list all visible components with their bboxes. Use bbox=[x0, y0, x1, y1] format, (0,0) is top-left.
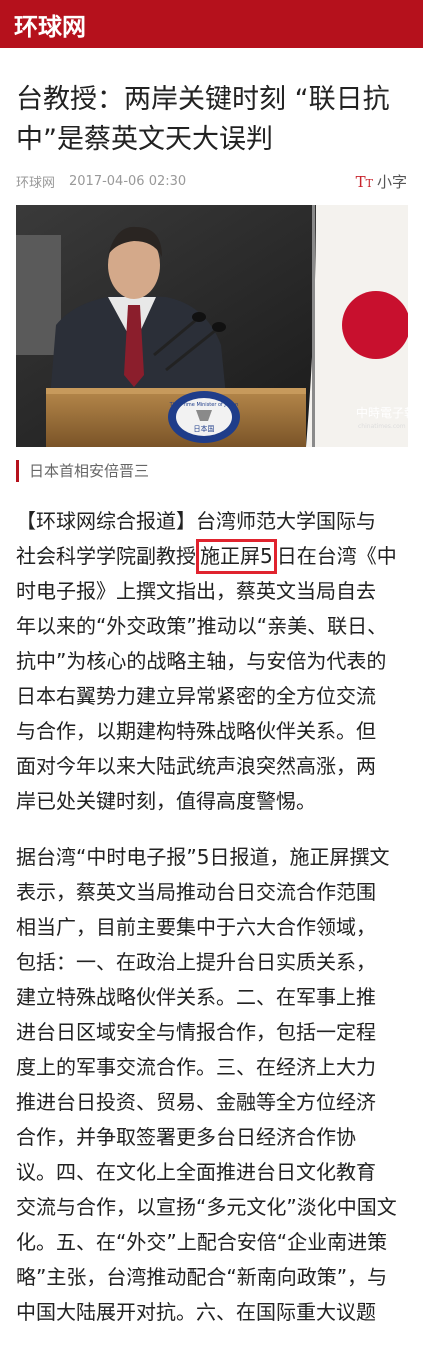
paragraph-2: 据台湾“中时电子报”5日报道，施正屏撰文 表示，蔡英文当局推动台日交流合作范围 … bbox=[16, 840, 408, 1330]
article-source: 环球网 bbox=[16, 176, 56, 191]
p1-line-2-pre: 社会科学学院副教授 bbox=[16, 544, 196, 568]
p1-line: 日本右翼势力建立异常紧密的全方位交流 bbox=[16, 684, 376, 708]
p1-line: 社会科学学院副教授 施正屏5 日在台湾《中 bbox=[16, 539, 408, 574]
p1-line: 年以来的“外交政策”推动以“亲美、联日、 bbox=[16, 614, 388, 638]
p2-line: 度上的军事交流合作。三、在经济上大力 bbox=[16, 1055, 376, 1079]
p2-line: 合作，并争取签署更多台日经济合作协 bbox=[16, 1125, 356, 1149]
p2-line: 包括：一、在政治上提升台日实质关系， bbox=[16, 950, 376, 974]
font-size-icon[interactable]: TT bbox=[356, 173, 373, 191]
p2-line: 议。四、在文化上全面推进台日文化教育 bbox=[16, 1160, 376, 1184]
p1-line: 【环球网综合报道】台湾师范大学国际与 bbox=[16, 509, 376, 533]
p1-line: 与合作，以期建构特殊战略伙伴关系。但 bbox=[16, 719, 376, 743]
p1-line: 抗中”为核心的战略主轴，与安倍为代表的 bbox=[16, 649, 387, 673]
highlighted-name-box: 施正屏5 bbox=[196, 539, 277, 574]
p2-line: 进台日区域安全与情报合作，包括一定程 bbox=[16, 1020, 376, 1044]
p1-line-2-post: 日在台湾《中 bbox=[276, 544, 397, 568]
p2-line: 据台湾“中时电子报”5日报道，施正屏撰文 bbox=[16, 845, 390, 869]
p2-line: 相当广，目前主要集中于六大合作领域， bbox=[16, 915, 376, 939]
article-title-line-1: 台教授：两岸关键时刻 “联日抗 bbox=[16, 84, 390, 115]
p2-line: 建立特殊战略伙伴关系。二、在军事上推 bbox=[16, 985, 376, 1009]
seal-top-text: The Prime Minister of Japan bbox=[169, 402, 239, 408]
article-title: 台教授：两岸关键时刻 “联日抗 中”是蔡英文天大误判 bbox=[0, 80, 423, 160]
paragraph-1: 【环球网综合报道】台湾师范大学国际与 社会科学学院副教授 施正屏5 日在台湾《中 时… bbox=[16, 504, 408, 819]
photo-watermark: 中時電子報 bbox=[356, 405, 408, 420]
article-body: 【环球网综合报道】台湾师范大学国际与 社会科学学院副教授 施正屏5 日在台湾《中 时… bbox=[16, 504, 408, 1351]
font-size-toggle[interactable]: TT 小字 bbox=[356, 171, 407, 192]
seal-bottom-text: 日本国 bbox=[194, 424, 215, 433]
article-meta: 环球网 2017-04-06 02:30 TT 小字 bbox=[16, 171, 407, 192]
article-title-line-2: 中”是蔡英文天大误判 bbox=[16, 124, 273, 155]
photo-watermark-sub: chinatimes.com bbox=[358, 423, 406, 430]
p2-line: 化。五、在“外交”上配合安倍“企业南进策 bbox=[16, 1230, 388, 1254]
p2-line: 略”主张，台湾推动配合“新南向政策”，与 bbox=[16, 1265, 388, 1289]
p1-line: 岸已处关键时刻，值得高度警惕。 bbox=[16, 789, 316, 813]
p2-line: 推进台日投资、贸易、金融等全方位经济 bbox=[16, 1090, 376, 1114]
article-photo: The Prime Minister of Japan 日本国 中時電子報 ch… bbox=[16, 205, 408, 447]
p1-line: 时电子报》上撰文指出，蔡英文当局自去 bbox=[16, 579, 376, 603]
font-size-label[interactable]: 小字 bbox=[377, 171, 407, 192]
p2-line: 表示，蔡英文当局推动台日交流合作范围 bbox=[16, 880, 376, 904]
p2-line: 中国大陆展开对抗。六、在国际重大议题 bbox=[16, 1300, 376, 1324]
p1-line: 面对今年以来大陆武统声浪突然高涨，两 bbox=[16, 754, 376, 778]
article-date: 2017-04-06 02:30 bbox=[69, 174, 187, 189]
p2-line: 交流与合作，以宣扬“多元文化”淡化中国文 bbox=[16, 1195, 397, 1219]
site-logo[interactable]: 环球网 bbox=[14, 7, 86, 42]
top-header-bar: 环球网 bbox=[0, 0, 423, 48]
photo-caption: 日本首相安倍晋三 bbox=[16, 460, 149, 482]
